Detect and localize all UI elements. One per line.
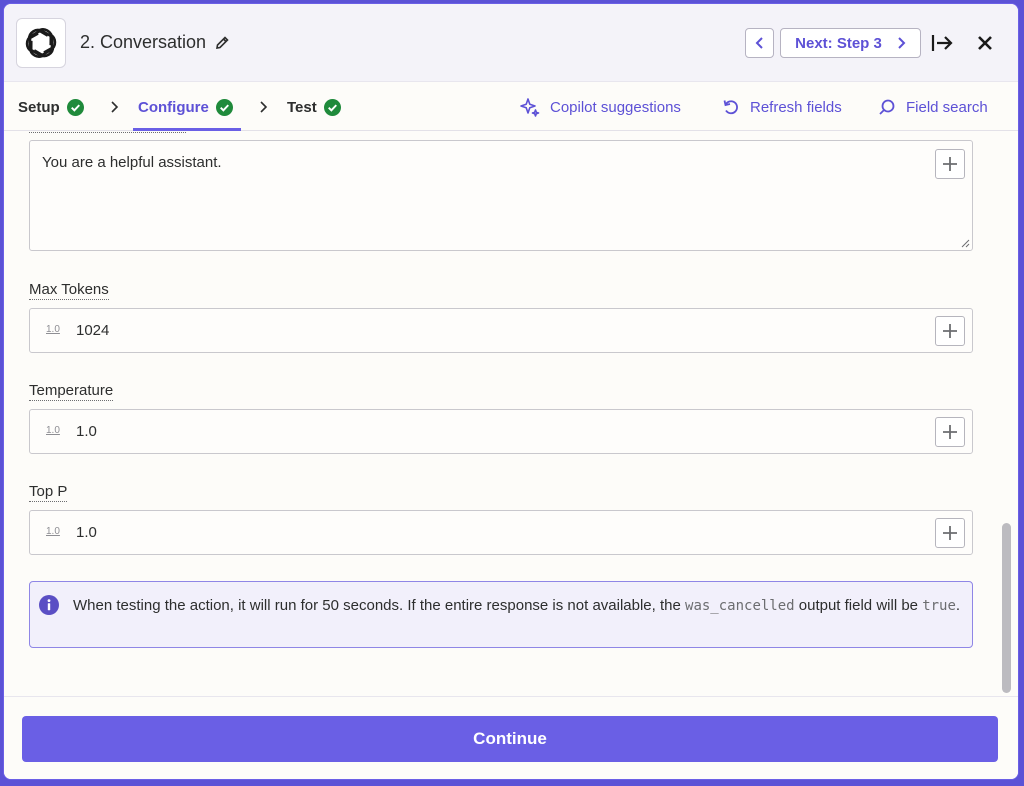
chevron-right-icon — [898, 37, 906, 49]
panel-footer: Continue — [4, 696, 1018, 779]
search-icon — [879, 99, 895, 115]
top-p-value: 1.0 — [76, 524, 97, 541]
sparkle-icon — [520, 98, 540, 117]
copilot-suggestions-button[interactable]: Copilot suggestions — [520, 83, 681, 131]
chevron-right-icon — [111, 101, 119, 113]
panel-header: 2. Conversation Next: Step 3 — [4, 4, 1018, 82]
tab-configure-label: Configure — [138, 98, 209, 116]
insert-data-button[interactable] — [935, 316, 965, 346]
insert-data-button[interactable] — [935, 417, 965, 447]
field-search-button[interactable]: Field search — [878, 83, 988, 131]
system-message-value: You are a helpful assistant. — [42, 154, 222, 171]
refresh-fields-label: Refresh fields — [750, 98, 842, 116]
field-search-label: Field search — [906, 98, 988, 116]
info-text: When testing the action, it will run for… — [73, 594, 963, 618]
close-button[interactable] — [973, 31, 997, 55]
info-text-before: When testing the action, it will run for… — [73, 597, 681, 614]
check-circle-icon — [215, 98, 233, 116]
next-step-button[interactable]: Next: Step 3 — [780, 28, 921, 58]
number-type-icon: 1.0 — [46, 526, 60, 537]
copilot-suggestions-label: Copilot suggestions — [550, 98, 681, 116]
check-circle-icon — [323, 98, 341, 116]
insert-data-button[interactable] — [935, 149, 965, 179]
continue-button[interactable]: Continue — [22, 716, 998, 762]
step-title: 2. Conversation — [80, 32, 230, 53]
chevron-right-icon — [260, 101, 268, 113]
next-step-label: Next: Step 3 — [795, 34, 882, 52]
system-message-label-underline — [29, 132, 186, 133]
top-p-input[interactable]: 1.0 1.0 — [29, 510, 973, 555]
continue-label: Continue — [473, 729, 547, 748]
info-text-middle: output field will be — [798, 597, 919, 614]
info-code-true: true — [922, 598, 956, 614]
tab-configure[interactable]: Configure — [138, 83, 233, 131]
step-title-text: 2. Conversation — [80, 32, 207, 52]
temperature-input[interactable]: 1.0 1.0 — [29, 409, 973, 454]
number-type-icon: 1.0 — [46, 425, 60, 436]
scrollbar-thumb[interactable] — [1002, 523, 1011, 693]
info-text-after: . — [955, 597, 961, 614]
system-message-textarea[interactable]: You are a helpful assistant. — [29, 140, 973, 251]
pencil-icon[interactable] — [214, 35, 230, 51]
info-callout: When testing the action, it will run for… — [29, 581, 973, 648]
plus-icon — [943, 425, 957, 439]
max-tokens-label: Max Tokens — [29, 281, 109, 300]
check-circle-icon — [66, 98, 84, 116]
tab-test-label: Test — [287, 98, 317, 116]
collapse-panel-button[interactable] — [930, 31, 954, 55]
plus-icon — [943, 157, 957, 171]
number-type-icon: 1.0 — [46, 324, 60, 335]
active-tab-indicator — [133, 128, 241, 131]
max-tokens-input[interactable]: 1.0 1024 — [29, 308, 973, 353]
openai-logo-icon — [16, 18, 66, 68]
close-icon — [978, 36, 992, 50]
max-tokens-value: 1024 — [76, 322, 110, 339]
top-p-label: Top P — [29, 483, 68, 502]
temperature-label: Temperature — [29, 382, 114, 401]
tab-setup-label: Setup — [18, 98, 60, 116]
insert-data-button[interactable] — [935, 518, 965, 548]
plus-icon — [943, 324, 957, 338]
resize-handle-icon[interactable] — [961, 239, 970, 248]
step-editor-panel: 2. Conversation Next: Step 3 Setup Confi… — [3, 3, 1019, 780]
fields-content: You are a helpful assistant. Max Tokens … — [4, 132, 1018, 696]
step-tabs: Setup Configure Test Copilot suggestions — [4, 83, 1018, 131]
info-code-was-cancelled: was_cancelled — [685, 598, 795, 614]
refresh-fields-button[interactable]: Refresh fields — [722, 83, 842, 131]
info-icon — [39, 595, 59, 615]
arrow-to-right-icon — [931, 35, 953, 51]
temperature-value: 1.0 — [76, 423, 97, 440]
tab-setup[interactable]: Setup — [18, 83, 84, 131]
previous-step-button[interactable] — [745, 28, 774, 58]
tab-test[interactable]: Test — [287, 83, 341, 131]
refresh-icon — [723, 100, 738, 115]
chevron-left-icon — [755, 37, 763, 49]
plus-icon — [943, 526, 957, 540]
